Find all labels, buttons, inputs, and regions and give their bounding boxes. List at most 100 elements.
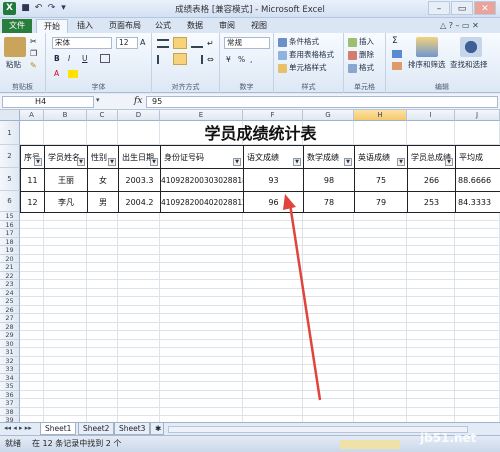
align-bottom-icon[interactable]: [191, 39, 203, 48]
sort-filter-icon[interactable]: [416, 37, 438, 57]
row-header[interactable]: 28: [0, 322, 20, 331]
align-center-icon[interactable]: [173, 53, 187, 65]
row-header[interactable]: 30: [0, 339, 20, 348]
merge-icon[interactable]: ⇔: [207, 55, 214, 64]
font-size-select[interactable]: 12: [116, 37, 138, 49]
header-cell[interactable]: 身份证号码: [160, 145, 244, 169]
conditional-format-button[interactable]: 条件格式: [278, 36, 319, 47]
excel-logo-icon[interactable]: X: [3, 2, 16, 15]
sheet-title[interactable]: 学员成绩统计表: [21, 122, 500, 146]
clear-icon[interactable]: [392, 62, 402, 70]
filter-dropdown-icon[interactable]: ▼: [344, 158, 352, 166]
row-header[interactable]: 25: [0, 297, 20, 306]
row-header[interactable]: 2: [0, 145, 20, 168]
redo-icon[interactable]: ↷: [46, 3, 57, 14]
customize-toolbar-icon[interactable]: ▾: [58, 3, 69, 14]
tab-insert[interactable]: 插入: [70, 19, 100, 33]
row-header[interactable]: 23: [0, 280, 20, 289]
tab-home[interactable]: 开始: [36, 19, 68, 33]
tab-page-layout[interactable]: 页面布局: [102, 19, 148, 33]
column-header[interactable]: E: [160, 110, 243, 121]
align-left-icon[interactable]: [157, 55, 169, 64]
table-cell[interactable]: 96: [243, 191, 304, 213]
table-cell[interactable]: 93: [243, 168, 304, 192]
table-cell[interactable]: 11: [20, 168, 45, 192]
filter-dropdown-icon[interactable]: ▼: [233, 158, 241, 166]
delete-cells-button[interactable]: 删除: [348, 49, 374, 60]
sheet-nav-arrows-icon[interactable]: ◂◂ ◂ ▸ ▸▸: [4, 424, 32, 432]
align-right-icon[interactable]: [191, 55, 203, 64]
font-color-button[interactable]: A: [54, 69, 59, 78]
row-header[interactable]: 20: [0, 254, 20, 263]
find-select-icon[interactable]: [460, 37, 482, 57]
percent-button[interactable]: %: [238, 55, 245, 64]
row-header[interactable]: 35: [0, 382, 20, 391]
wrap-text-icon[interactable]: ↵: [207, 39, 214, 48]
tab-formulas[interactable]: 公式: [148, 19, 178, 33]
column-header[interactable]: D: [118, 110, 160, 121]
row-header[interactable]: 37: [0, 399, 20, 408]
filter-dropdown-icon[interactable]: ▼: [445, 158, 453, 166]
maximize-button[interactable]: ▭: [451, 1, 473, 15]
font-name-select[interactable]: 宋体: [52, 37, 112, 49]
filter-dropdown-icon[interactable]: ▼: [150, 158, 158, 166]
help-icon[interactable]: △ ? – ▭ ✕: [440, 21, 479, 30]
column-header[interactable]: F: [243, 110, 303, 121]
row-header[interactable]: 33: [0, 365, 20, 374]
minimize-button[interactable]: –: [428, 1, 450, 15]
sort-filter-button[interactable]: 排序和筛选: [408, 59, 446, 70]
fill-icon[interactable]: [392, 50, 402, 58]
insert-function-button[interactable]: fx: [134, 96, 142, 106]
save-icon[interactable]: ■: [20, 3, 31, 14]
table-cell[interactable]: 2004.2: [118, 191, 161, 213]
row-header[interactable]: 24: [0, 288, 20, 297]
formula-input[interactable]: 95: [146, 96, 498, 108]
column-header[interactable]: G: [303, 110, 354, 121]
format-cells-button[interactable]: 格式: [348, 62, 374, 73]
paste-button[interactable]: 粘贴: [6, 59, 21, 70]
filter-dropdown-icon[interactable]: ▼: [397, 158, 405, 166]
table-cell[interactable]: 12: [20, 191, 45, 213]
close-button[interactable]: ✕: [474, 1, 496, 15]
format-painter-icon[interactable]: ✎: [30, 61, 37, 70]
fill-color-icon[interactable]: [68, 70, 78, 78]
row-header[interactable]: 27: [0, 314, 20, 323]
autosum-button[interactable]: Σ: [392, 36, 398, 46]
paste-icon[interactable]: [4, 37, 26, 57]
filter-dropdown-icon[interactable]: ▼: [108, 158, 116, 166]
filter-dropdown-icon[interactable]: ▼: [293, 158, 301, 166]
name-box-dropdown-icon[interactable]: ▾: [96, 96, 100, 104]
view-buttons[interactable]: [340, 440, 400, 449]
table-cell[interactable]: 84.3333: [455, 191, 500, 213]
row-header[interactable]: 32: [0, 356, 20, 365]
column-header[interactable]: B: [44, 110, 87, 121]
row-header[interactable]: 22: [0, 271, 20, 280]
comma-button[interactable]: ,: [250, 55, 252, 64]
table-cell[interactable]: 266: [407, 168, 456, 192]
row-header[interactable]: 21: [0, 263, 20, 272]
undo-icon[interactable]: ↶: [33, 3, 44, 14]
row-header[interactable]: 1: [0, 121, 20, 145]
number-format-select[interactable]: 常规: [224, 37, 270, 49]
align-middle-icon[interactable]: [173, 37, 187, 49]
tab-view[interactable]: 视图: [244, 19, 274, 33]
table-cell[interactable]: 男: [87, 191, 119, 213]
row-header[interactable]: 19: [0, 246, 20, 255]
column-header[interactable]: H: [354, 110, 407, 121]
table-cell[interactable]: 王丽: [44, 168, 88, 192]
row-header[interactable]: 26: [0, 305, 20, 314]
cell-styles-button[interactable]: 单元格样式: [278, 62, 327, 73]
find-select-button[interactable]: 查找和选择: [450, 59, 488, 70]
tab-review[interactable]: 审阅: [212, 19, 242, 33]
italic-button[interactable]: I: [68, 54, 70, 63]
table-cell[interactable]: 410928200402028812: [160, 191, 244, 213]
row-header[interactable]: 31: [0, 348, 20, 357]
currency-button[interactable]: ¥: [226, 55, 231, 64]
sheet-tab-1[interactable]: Sheet1: [40, 423, 77, 435]
copy-icon[interactable]: ❐: [30, 49, 37, 58]
row-header[interactable]: 5: [0, 168, 20, 191]
table-cell[interactable]: 88.6666: [455, 168, 500, 192]
filter-dropdown-icon[interactable]: ▼: [77, 158, 85, 166]
grow-font-button[interactable]: A: [140, 38, 145, 47]
tab-file[interactable]: 文件: [2, 19, 32, 33]
